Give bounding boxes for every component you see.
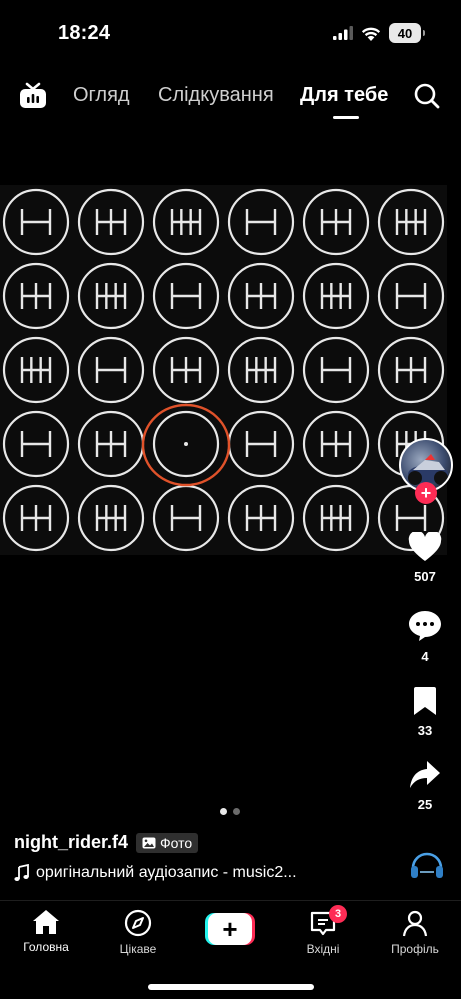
share-arrow-icon (410, 761, 440, 788)
username[interactable]: night_rider.f4 (14, 832, 128, 853)
gear-pattern-diagram (377, 188, 445, 256)
gear-pattern-diagram (2, 484, 70, 552)
music-note-icon (14, 864, 29, 881)
author-row: night_rider.f4 Фото (14, 832, 199, 853)
gear-pattern-diagram (2, 336, 70, 404)
gear-pattern-diagram (302, 188, 370, 256)
comment-count: 4 (421, 649, 429, 664)
gear-pattern-diagram (302, 410, 370, 478)
gear-pattern-diagram (227, 262, 295, 330)
audio-title: оригінальний аудіозапис - music2... (36, 864, 297, 881)
follow-button[interactable]: + (415, 482, 437, 504)
bookmark-icon (414, 687, 436, 715)
home-icon (33, 910, 59, 934)
gear-pattern-diagram (77, 484, 145, 552)
gear-pattern-diagram (2, 262, 70, 330)
nav-inbox-label: Вхідні (306, 942, 340, 956)
music-disc[interactable] (407, 842, 447, 882)
gear-pattern-diagram (152, 336, 220, 404)
nav-discover-label: Цікаве (119, 942, 157, 956)
tab-following[interactable]: Слідкування (158, 84, 274, 107)
gear-pattern-diagram (2, 410, 70, 478)
share-count: 25 (417, 797, 433, 812)
gear-pattern-diagram (152, 484, 220, 552)
nav-profile-label: Профіль (391, 942, 439, 956)
gear-pattern-grid (2, 188, 445, 552)
comment-button[interactable]: 4 (400, 610, 450, 664)
post-photo[interactable] (0, 185, 447, 555)
tab-for-you[interactable]: Для тебе (300, 84, 388, 107)
gear-pattern-diagram (377, 336, 445, 404)
save-count: 33 (417, 723, 433, 738)
headphones-icon (411, 852, 443, 878)
gear-pattern-diagram (77, 336, 145, 404)
gear-pattern-diagram (77, 262, 145, 330)
like-button[interactable]: 507 (400, 530, 450, 584)
gear-pattern-diagram (227, 336, 295, 404)
active-tab-underline (333, 116, 359, 119)
search-icon[interactable] (413, 82, 441, 115)
gear-pattern-diagram (227, 484, 295, 552)
gear-pattern-diagram (152, 410, 220, 478)
nav-profile[interactable]: Профіль (375, 909, 455, 956)
gear-pattern-diagram (302, 262, 370, 330)
gear-pattern-diagram (77, 410, 145, 478)
heart-icon (408, 530, 442, 561)
inbox-badge: 3 (329, 905, 347, 923)
wifi-icon (361, 27, 381, 41)
carousel-indicator (220, 808, 240, 815)
nav-inbox[interactable]: Вхідні (283, 909, 363, 956)
gear-pattern-diagram (302, 484, 370, 552)
comment-icon (409, 611, 441, 641)
status-time: 18:24 (58, 22, 111, 44)
profile-icon (402, 910, 428, 937)
photo-badge: Фото (136, 832, 199, 853)
photo-badge-label: Фото (160, 834, 193, 851)
battery-indicator: 40 (389, 23, 425, 43)
carousel-dot-active (220, 808, 227, 815)
nav-home[interactable]: Головна (6, 909, 86, 954)
status-bar: 18:24 40 (0, 0, 461, 64)
cellular-signal-icon (333, 26, 353, 40)
nav-home-label: Головна (23, 940, 69, 954)
gear-pattern-diagram (227, 188, 295, 256)
create-button[interactable]: + (205, 913, 255, 945)
top-nav: Огляд Слідкування Для тебе (0, 76, 461, 120)
status-icons: 40 (333, 23, 425, 43)
image-icon (142, 837, 156, 848)
nav-discover[interactable]: Цікаве (98, 909, 178, 956)
carousel-dot (233, 808, 240, 815)
gear-pattern-diagram (152, 188, 220, 256)
create-plus-icon: + (208, 913, 252, 945)
share-button[interactable]: 25 (400, 760, 450, 812)
gear-pattern-diagram (377, 262, 445, 330)
save-button[interactable]: 33 (400, 686, 450, 738)
live-tv-icon[interactable] (18, 80, 48, 115)
like-count: 507 (414, 569, 436, 584)
home-indicator (148, 984, 314, 990)
gear-pattern-diagram (302, 336, 370, 404)
gear-pattern-diagram (77, 188, 145, 256)
gear-pattern-diagram (152, 262, 220, 330)
tab-overview[interactable]: Огляд (73, 84, 130, 107)
compass-icon (124, 909, 152, 937)
audio-row[interactable]: оригінальний аудіозапис - music2... (14, 864, 297, 882)
gear-pattern-diagram (227, 410, 295, 478)
gear-pattern-diagram (2, 188, 70, 256)
